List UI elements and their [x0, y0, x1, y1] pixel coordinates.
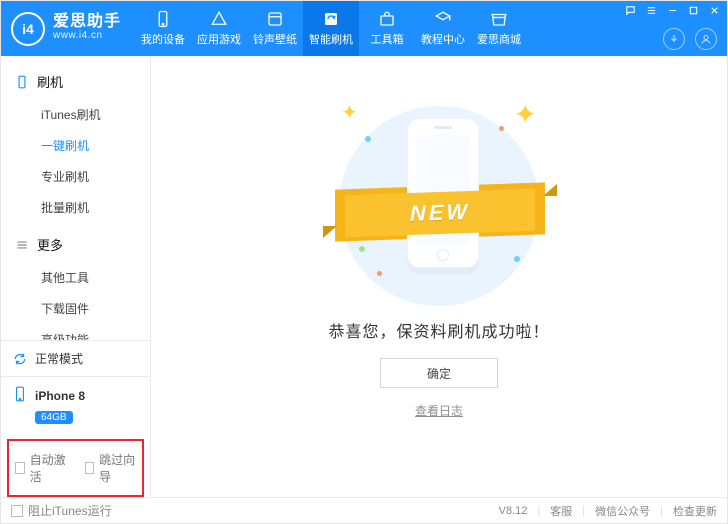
tab-apps[interactable]: 应用游戏: [191, 1, 247, 56]
tab-tools[interactable]: 工具箱: [359, 1, 415, 56]
store-icon: [490, 10, 508, 28]
sidebar-item-adv[interactable]: 高级功能: [1, 324, 150, 340]
minimize-icon[interactable]: [666, 4, 679, 17]
footer-link-support[interactable]: 客服: [550, 503, 572, 519]
header-right: [663, 28, 717, 50]
brand-text: 爱思助手 www.i4.cn: [53, 15, 121, 43]
tab-label: 我的设备: [141, 31, 185, 47]
footer-link-wechat[interactable]: 微信公众号: [595, 503, 650, 519]
tools-icon: [378, 10, 396, 28]
view-log-link[interactable]: 查看日志: [415, 402, 463, 419]
statusbar: 阻止iTunes运行 V8.12 | 客服 | 微信公众号 | 检查更新: [1, 497, 727, 523]
skip-guide-checkbox[interactable]: 跳过向导: [85, 451, 137, 485]
tab-label: 智能刷机: [309, 31, 353, 47]
brand-name: 爱思助手: [53, 15, 121, 29]
brand-logo: i4: [11, 12, 45, 46]
device-icon: [15, 75, 29, 89]
more-icon: [15, 238, 29, 252]
app-header: i4 爱思助手 www.i4.cn 我的设备应用游戏铃声壁纸智能刷机 工具箱 教程中…: [1, 1, 727, 56]
window-controls: [624, 4, 721, 17]
success-headline: 恭喜您，保资料刷机成功啦！: [328, 318, 549, 342]
sidebar: 刷机 iTunes刷机一键刷机专业刷机批量刷机更多其他工具下载固件高级功能 正常模…: [1, 56, 151, 497]
tab-label: 铃声壁纸: [253, 31, 297, 47]
tab-label: 爱思商城: [477, 31, 521, 47]
mode-label: 正常模式: [35, 350, 83, 367]
brand-subtitle: www.i4.cn: [53, 29, 121, 43]
download-button[interactable]: [663, 28, 685, 50]
sidebar-cat-label: 刷机: [37, 72, 63, 91]
menu-icon[interactable]: [645, 4, 658, 17]
account-button[interactable]: [695, 28, 717, 50]
sidebar-item-other[interactable]: 其他工具: [1, 262, 150, 293]
maximize-icon[interactable]: [687, 4, 700, 17]
device-name: iPhone 8: [35, 389, 85, 403]
apps-icon: [210, 10, 228, 28]
storage-badge: 64GB: [35, 411, 73, 424]
auto-activate-checkbox[interactable]: 自动激活: [15, 451, 67, 485]
tab-devices[interactable]: 我的设备: [135, 1, 191, 56]
sidebar-scroll: 刷机 iTunes刷机一键刷机专业刷机批量刷机更多其他工具下载固件高级功能: [1, 56, 150, 340]
block-itunes-label: 阻止iTunes运行: [28, 502, 112, 519]
app-window: i4 爱思助手 www.i4.cn 我的设备应用游戏铃声壁纸智能刷机 工具箱 教程中…: [0, 0, 728, 524]
sidebar-item-fw[interactable]: 下载固件: [1, 293, 150, 324]
devices-icon: [154, 10, 172, 28]
ok-button[interactable]: 确定: [380, 358, 498, 388]
options-highlight: 自动激活 跳过向导: [7, 439, 144, 497]
tutorial-icon: [434, 10, 452, 28]
feedback-icon[interactable]: [624, 4, 637, 17]
rings-icon: [266, 10, 284, 28]
close-icon[interactable]: [708, 4, 721, 17]
statusbar-right: V8.12 | 客服 | 微信公众号 | 检查更新: [499, 503, 717, 519]
mode-row[interactable]: 正常模式: [1, 340, 150, 376]
main-panel: ✦ ✦ NEW 恭喜您，保资料刷机成功啦！ 确定 查看日志: [151, 56, 727, 497]
tab-flash[interactable]: 智能刷机: [303, 1, 359, 56]
device-block[interactable]: iPhone 8 64GB: [1, 376, 150, 433]
body: 刷机 iTunes刷机一键刷机专业刷机批量刷机更多其他工具下载固件高级功能 正常模…: [1, 56, 727, 497]
success-illustration: ✦ ✦ NEW: [319, 96, 559, 296]
skip-guide-label: 跳过向导: [99, 451, 136, 485]
tab-label: 工具箱: [371, 31, 404, 47]
flash-icon: [322, 10, 340, 28]
sidebar-item-onekey[interactable]: 一键刷机: [1, 130, 150, 161]
tab-label: 教程中心: [421, 31, 465, 47]
brand: i4 爱思助手 www.i4.cn: [1, 1, 135, 56]
tab-tutorial[interactable]: 教程中心: [415, 1, 471, 56]
tab-rings[interactable]: 铃声壁纸: [247, 1, 303, 56]
sidebar-item-itunes[interactable]: iTunes刷机: [1, 99, 150, 130]
phone-icon: [13, 386, 27, 405]
sidebar-cat-label: 更多: [37, 235, 63, 254]
version-label: V8.12: [499, 505, 528, 517]
sidebar-item-batch[interactable]: 批量刷机: [1, 192, 150, 223]
tab-store[interactable]: 爱思商城: [471, 1, 527, 56]
sidebar-cat-more[interactable]: 更多: [1, 229, 150, 260]
block-itunes-checkbox[interactable]: 阻止iTunes运行: [11, 502, 112, 519]
tab-label: 应用游戏: [197, 31, 241, 47]
refresh-icon: [13, 352, 27, 366]
sidebar-cat-flash[interactable]: 刷机: [1, 66, 150, 97]
sidebar-item-pro[interactable]: 专业刷机: [1, 161, 150, 192]
footer-link-update[interactable]: 检查更新: [673, 503, 717, 519]
new-ribbon: NEW: [345, 189, 535, 238]
auto-activate-label: 自动激活: [30, 451, 67, 485]
